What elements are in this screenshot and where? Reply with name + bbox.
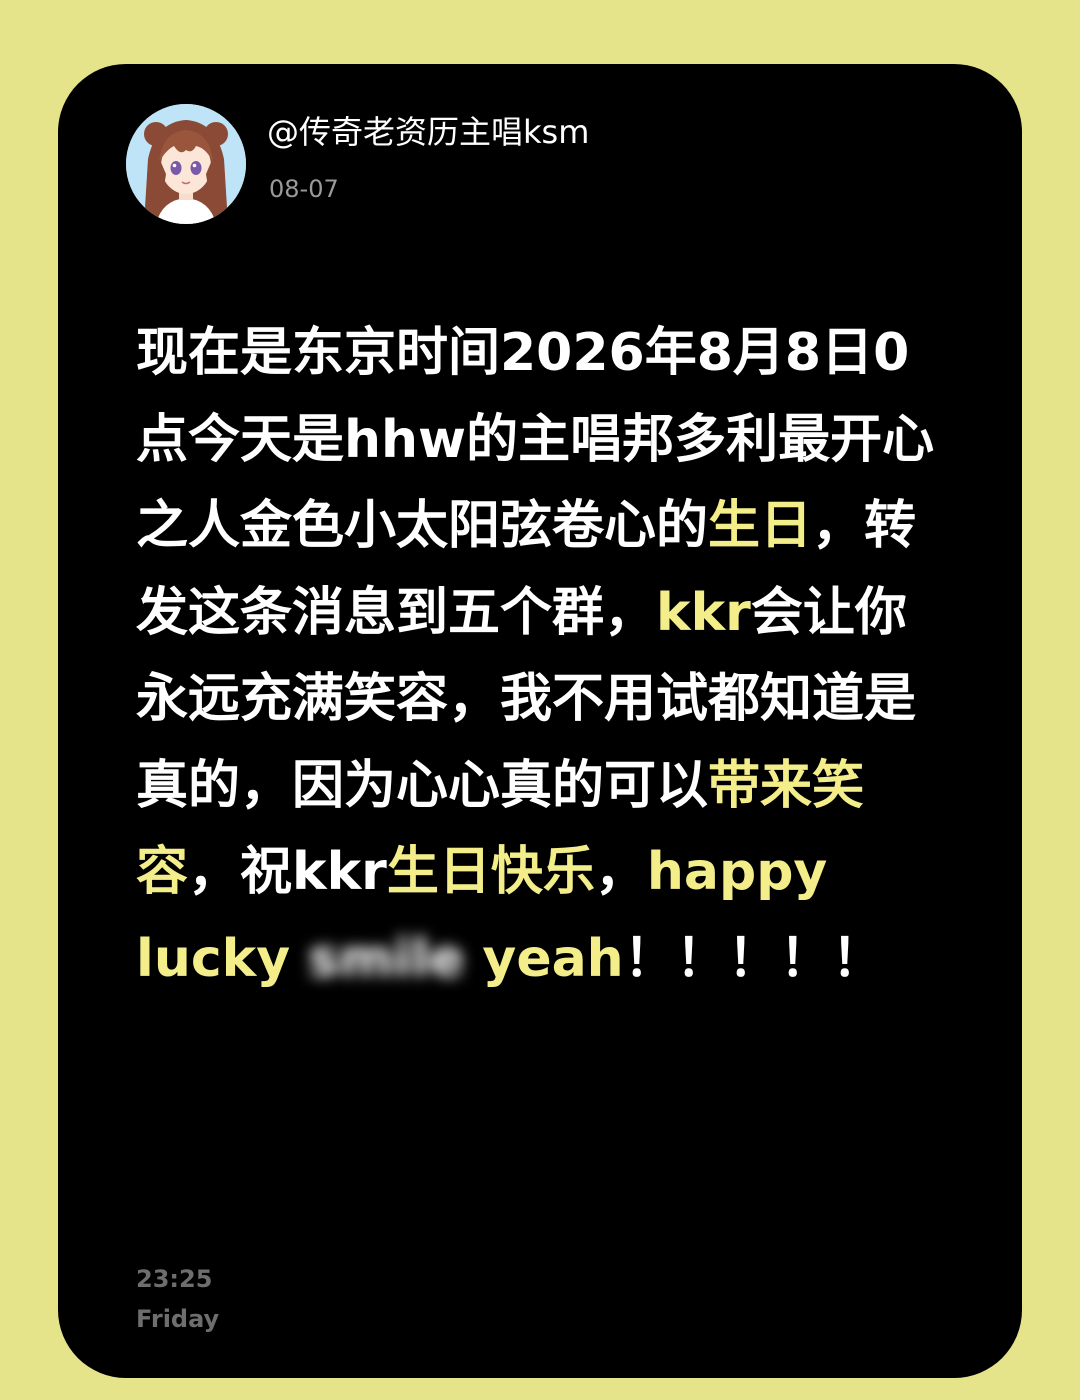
username[interactable]: @传奇老资历主唱ksm bbox=[267, 112, 589, 152]
highlight-birthday: 生日 bbox=[708, 496, 813, 556]
message-text-segment: ， bbox=[594, 842, 647, 902]
message-text-segment: ，祝kkr bbox=[188, 842, 387, 902]
highlight-yeah: yeah bbox=[464, 928, 624, 989]
page-background: @传奇老资历主唱ksm 08-07 现在是东京时间2026年8月8日0点今天是h… bbox=[0, 0, 1080, 1400]
footer-weekday: Friday bbox=[136, 1305, 220, 1333]
message-text: 现在是东京时间2026年8月8日0点今天是hhw的主唱邦多利最开心之人金色小太阳… bbox=[136, 310, 956, 1002]
anime-girl-avatar-icon bbox=[126, 104, 246, 224]
highlight-kkr: kkr bbox=[656, 582, 751, 643]
blurred-word: smile bbox=[308, 928, 465, 989]
post-date: 08-07 bbox=[269, 175, 339, 203]
footer-time: 23:25 bbox=[136, 1265, 213, 1293]
message-card: @传奇老资历主唱ksm 08-07 现在是东京时间2026年8月8日0点今天是h… bbox=[58, 64, 1022, 1378]
avatar[interactable] bbox=[126, 104, 246, 224]
exclamation-marks: ！！！！！ bbox=[623, 928, 884, 989]
highlight-happy-birthday: 生日快乐 bbox=[386, 842, 595, 902]
